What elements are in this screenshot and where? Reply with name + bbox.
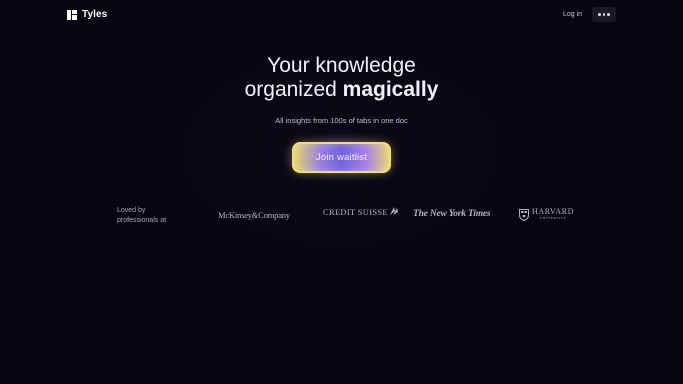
hero-title-highlight: magically [342, 78, 439, 101]
nyt-logo: The New York Times [413, 209, 491, 219]
credit-suisse-wordmark: CREDIT SUISSE [323, 207, 388, 217]
more-horizontal-icon [602, 13, 606, 16]
landing-page: Tyles Log in Your knowledge organized ma… [0, 0, 683, 384]
top-nav: Tyles Log in [0, 0, 683, 30]
hero-title-line2: organized [244, 78, 343, 101]
brand[interactable]: Tyles [67, 9, 107, 20]
harvard-subtext: UNIVERSITY [539, 216, 567, 220]
join-waitlist-label: Join waitlist [315, 152, 368, 163]
harvard-logo: HARVARD UNIVERSITY [519, 208, 574, 221]
social-proof-label: Loved by professionals at [117, 207, 167, 224]
hero-subtitle: All insights from 100s of tabs in one do… [275, 116, 408, 125]
tyles-logo-icon [67, 9, 77, 20]
mckinsey-logo: McKinsey&Company [218, 210, 290, 220]
cta-container: Join waitlist [284, 134, 399, 181]
more-menu-button[interactable] [592, 7, 616, 22]
more-horizontal-icon [607, 13, 610, 16]
credit-suisse-logo: CREDIT SUISSE [323, 207, 399, 217]
hero-title: Your knowledge organized magically [0, 54, 683, 102]
credit-suisse-sail-icon [389, 207, 398, 215]
brand-name: Tyles [82, 9, 108, 20]
hero-title-line1: Your knowledge [267, 54, 416, 77]
harvard-shield-icon [519, 208, 529, 221]
more-horizontal-icon [598, 13, 601, 16]
join-waitlist-button[interactable]: Join waitlist [292, 142, 391, 173]
harvard-wordmark: HARVARD [532, 207, 575, 216]
login-link[interactable]: Log in [563, 11, 582, 18]
